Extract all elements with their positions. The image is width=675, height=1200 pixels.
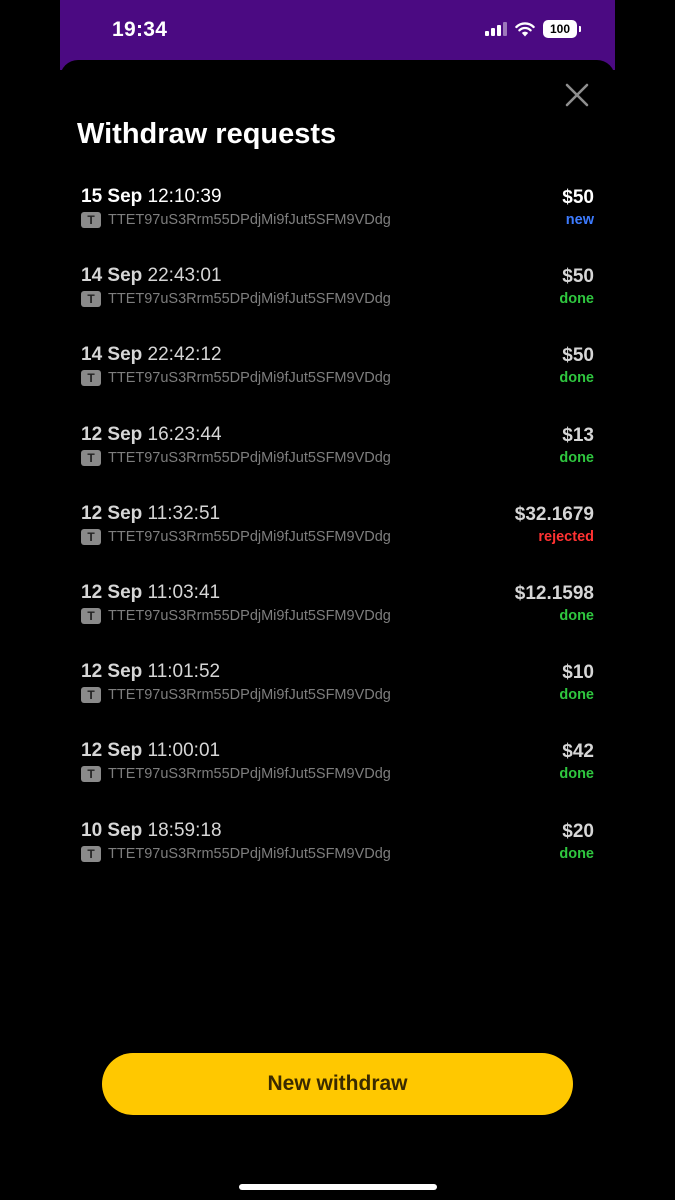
request-time: 22:43:01 [147, 265, 222, 287]
address-text: TTET97uS3Rrm55DPdjMi9fJut5SFM9VDdg [108, 845, 391, 862]
address-text: TTET97uS3Rrm55DPdjMi9fJut5SFM9VDdg [108, 291, 391, 308]
list-item[interactable]: 15 Sep 12:10:39 T TTET97uS3Rrm55DPdjMi9fJu… [81, 185, 594, 264]
wallet-address: T TTET97uS3Rrm55DPdjMi9fJut5SFM9VDdg [81, 370, 391, 387]
request-datetime: 14 Sep 22:43:01 [81, 265, 222, 287]
wallet-address: T TTET97uS3Rrm55DPdjMi9fJut5SFM9VDdg [81, 845, 391, 862]
signal-icon [485, 22, 507, 36]
request-amount: $32.1679 [514, 503, 594, 525]
address-text: TTET97uS3Rrm55DPdjMi9fJut5SFM9VDdg [108, 607, 391, 624]
request-day: 14 Sep [81, 344, 143, 366]
request-time: 16:23:44 [147, 423, 222, 445]
request-day: 12 Sep [81, 661, 143, 683]
wallet-address: T TTET97uS3Rrm55DPdjMi9fJut5SFM9VDdg [81, 687, 391, 704]
status-badge: done [559, 449, 594, 466]
wallet-address: T TTET97uS3Rrm55DPdjMi9fJut5SFM9VDdg [81, 528, 391, 545]
request-amount: $13 [562, 424, 594, 446]
list-item[interactable]: 12 Sep 11:32:51 T TTET97uS3Rrm55DPdjMi9fJu… [81, 502, 594, 581]
list-item[interactable]: 14 Sep 22:43:01 T TTET97uS3Rrm55DPdjMi9fJu… [81, 264, 594, 343]
list-item[interactable]: 12 Sep 11:03:41 T TTET97uS3Rrm55DPdjMi9fJu… [81, 581, 594, 660]
address-text: TTET97uS3Rrm55DPdjMi9fJut5SFM9VDdg [108, 449, 391, 466]
request-datetime: 12 Sep 11:03:41 [81, 582, 220, 604]
status-badge: done [559, 291, 594, 308]
status-badge: rejected [538, 528, 594, 545]
request-amount: $50 [562, 187, 594, 208]
tron-token-icon: T [81, 845, 101, 862]
request-time: 11:03:41 [147, 581, 221, 603]
address-text: TTET97uS3Rrm55DPdjMi9fJut5SFM9VDdg [108, 528, 391, 545]
request-day: 14 Sep [81, 265, 143, 287]
tron-token-icon: T [81, 449, 101, 466]
battery-icon: 100 [543, 20, 581, 38]
tron-token-icon: T [81, 687, 101, 704]
request-time: 11:00:01 [147, 740, 221, 762]
new-withdraw-button[interactable]: New withdraw [102, 1053, 573, 1115]
request-day: 12 Sep [81, 581, 143, 603]
status-badge: done [559, 370, 594, 387]
tron-token-icon: T [81, 212, 101, 228]
list-item[interactable]: 12 Sep 16:23:44 T TTET97uS3Rrm55DPdjMi9fJu… [81, 423, 594, 502]
status-time: 19:34 [112, 18, 168, 41]
wifi-icon [515, 21, 535, 36]
status-badge: new [565, 212, 594, 228]
tron-token-icon: T [81, 766, 101, 783]
status-badge: done [559, 766, 594, 783]
request-day: 12 Sep [81, 423, 143, 445]
request-datetime: 12 Sep 11:32:51 [81, 503, 220, 525]
address-text: TTET97uS3Rrm55DPdjMi9fJut5SFM9VDdg [108, 212, 391, 228]
withdraw-request-list: 15 Sep 12:10:39 T TTET97uS3Rrm55DPdjMi9fJu… [81, 185, 594, 898]
request-datetime: 12 Sep 11:00:01 [81, 740, 220, 762]
request-time: 12:10:39 [147, 186, 222, 207]
tron-token-icon: T [81, 528, 101, 545]
request-time: 11:01:52 [147, 661, 221, 683]
request-day: 12 Sep [81, 740, 143, 762]
address-text: TTET97uS3Rrm55DPdjMi9fJut5SFM9VDdg [108, 370, 391, 387]
request-time: 11:32:51 [147, 502, 221, 524]
request-datetime: 15 Sep 12:10:39 [81, 186, 222, 208]
list-item[interactable]: 12 Sep 11:00:01 T TTET97uS3Rrm55DPdjMi9fJu… [81, 739, 594, 818]
list-item[interactable]: 12 Sep 11:01:52 T TTET97uS3Rrm55DPdjMi9fJu… [81, 660, 594, 739]
wallet-address: T TTET97uS3Rrm55DPdjMi9fJut5SFM9VDdg [81, 449, 391, 466]
request-amount: $42 [562, 741, 594, 763]
tron-token-icon: T [81, 291, 101, 308]
status-badge: done [559, 687, 594, 704]
request-amount: $10 [562, 662, 594, 684]
request-day: 15 Sep [81, 186, 143, 207]
request-day: 10 Sep [81, 819, 143, 841]
wallet-address: T TTET97uS3Rrm55DPdjMi9fJut5SFM9VDdg [81, 291, 391, 308]
home-indicator [239, 1184, 437, 1190]
status-icons: 100 [485, 20, 581, 38]
request-time: 22:42:12 [147, 344, 222, 366]
tron-token-icon: T [81, 370, 101, 387]
request-datetime: 12 Sep 16:23:44 [81, 424, 222, 446]
address-text: TTET97uS3Rrm55DPdjMi9fJut5SFM9VDdg [108, 687, 391, 704]
wallet-address: T TTET97uS3Rrm55DPdjMi9fJut5SFM9VDdg [81, 212, 391, 228]
list-item[interactable]: 10 Sep 18:59:18 T TTET97uS3Rrm55DPdjMi9fJu… [81, 819, 594, 898]
request-amount: $50 [562, 345, 594, 367]
request-datetime: 12 Sep 11:01:52 [81, 661, 220, 683]
request-day: 12 Sep [81, 502, 143, 524]
wallet-address: T TTET97uS3Rrm55DPdjMi9fJut5SFM9VDdg [81, 766, 391, 783]
request-datetime: 14 Sep 22:42:12 [81, 344, 222, 366]
request-time: 18:59:18 [147, 819, 222, 841]
wallet-address: T TTET97uS3Rrm55DPdjMi9fJut5SFM9VDdg [81, 607, 391, 624]
status-badge: done [559, 607, 594, 624]
page-title: Withdraw requests [77, 118, 337, 150]
phone-screen: 19:34 100 Withdraw requests 15 Sep 12:10… [60, 0, 615, 1200]
request-amount: $20 [562, 820, 594, 842]
request-datetime: 10 Sep 18:59:18 [81, 820, 222, 842]
tron-token-icon: T [81, 607, 101, 624]
list-item[interactable]: 14 Sep 22:42:12 T TTET97uS3Rrm55DPdjMi9fJu… [81, 343, 594, 422]
address-text: TTET97uS3Rrm55DPdjMi9fJut5SFM9VDdg [108, 766, 391, 783]
request-amount: $50 [562, 266, 594, 288]
request-amount: $12.1598 [514, 582, 594, 604]
close-icon[interactable] [562, 80, 592, 110]
status-badge: done [559, 845, 594, 862]
